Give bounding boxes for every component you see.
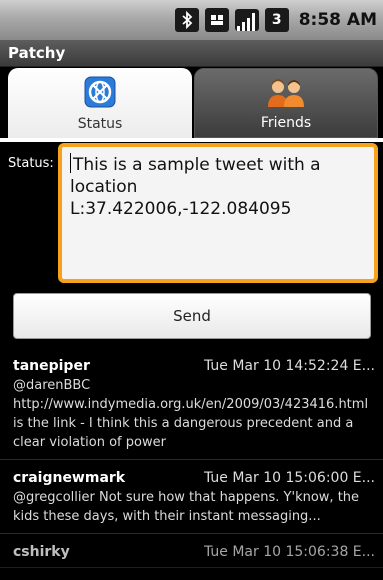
tab-status[interactable]: Status xyxy=(8,68,192,138)
tab-bar: Status Friends xyxy=(8,68,378,138)
text-caret xyxy=(70,153,71,173)
list-item[interactable]: tanepiper Tue Mar 10 14:52:24 E... @dare… xyxy=(0,348,383,460)
tweet-header: craignewmark Tue Mar 10 15:06:00 E... xyxy=(13,464,375,486)
app-title-bar: Patchy xyxy=(0,40,383,67)
globe-icon xyxy=(84,76,116,112)
tweet-user: craignewmark xyxy=(13,470,126,486)
tweet-user: cshirky xyxy=(13,544,70,560)
status-icons: 3 8:58 AM xyxy=(174,7,377,33)
tweet-time: Tue Mar 10 15:06:38 E... xyxy=(203,544,375,560)
app-title: Patchy xyxy=(8,44,66,62)
bluetooth-icon xyxy=(174,8,199,32)
tab-friends[interactable]: Friends xyxy=(194,68,378,138)
tweet-header: tanepiper Tue Mar 10 14:52:24 E... xyxy=(13,352,375,374)
tweet-text: @darenBBC http://www.indymedia.org.uk/en… xyxy=(13,378,369,450)
send-button[interactable]: Send xyxy=(13,293,371,339)
timeline-list[interactable]: tanepiper Tue Mar 10 14:52:24 E... @dare… xyxy=(0,348,383,580)
battery-icon: 3 xyxy=(264,8,289,32)
signal-icon xyxy=(234,9,259,31)
tweet-header: cshirky Tue Mar 10 15:06:38 E... xyxy=(13,538,375,560)
tweet-time: Tue Mar 10 15:06:00 E... xyxy=(203,470,375,486)
tab-underline xyxy=(0,138,383,142)
tweet-time: Tue Mar 10 14:52:24 E... xyxy=(203,358,375,374)
usb-icon xyxy=(204,8,229,32)
clock: 8:58 AM xyxy=(298,10,377,30)
status-input[interactable]: This is a sample tweet with a location L… xyxy=(58,143,378,283)
tweet-user: tanepiper xyxy=(13,358,90,374)
tab-friends-label: Friends xyxy=(260,115,312,131)
status-input-text: This is a sample tweet with a location L… xyxy=(70,155,321,219)
list-item[interactable]: cshirky Tue Mar 10 15:06:38 E... xyxy=(0,534,383,568)
tab-status-label: Status xyxy=(77,116,123,132)
people-icon xyxy=(264,77,308,113)
system-status-bar: 3 8:58 AM xyxy=(0,0,383,41)
status-label: Status: xyxy=(8,156,54,171)
list-item[interactable]: craignewmark Tue Mar 10 15:06:00 E... @g… xyxy=(0,460,383,534)
tweet-text: @gregcollier Not sure how that happens. … xyxy=(13,490,360,524)
